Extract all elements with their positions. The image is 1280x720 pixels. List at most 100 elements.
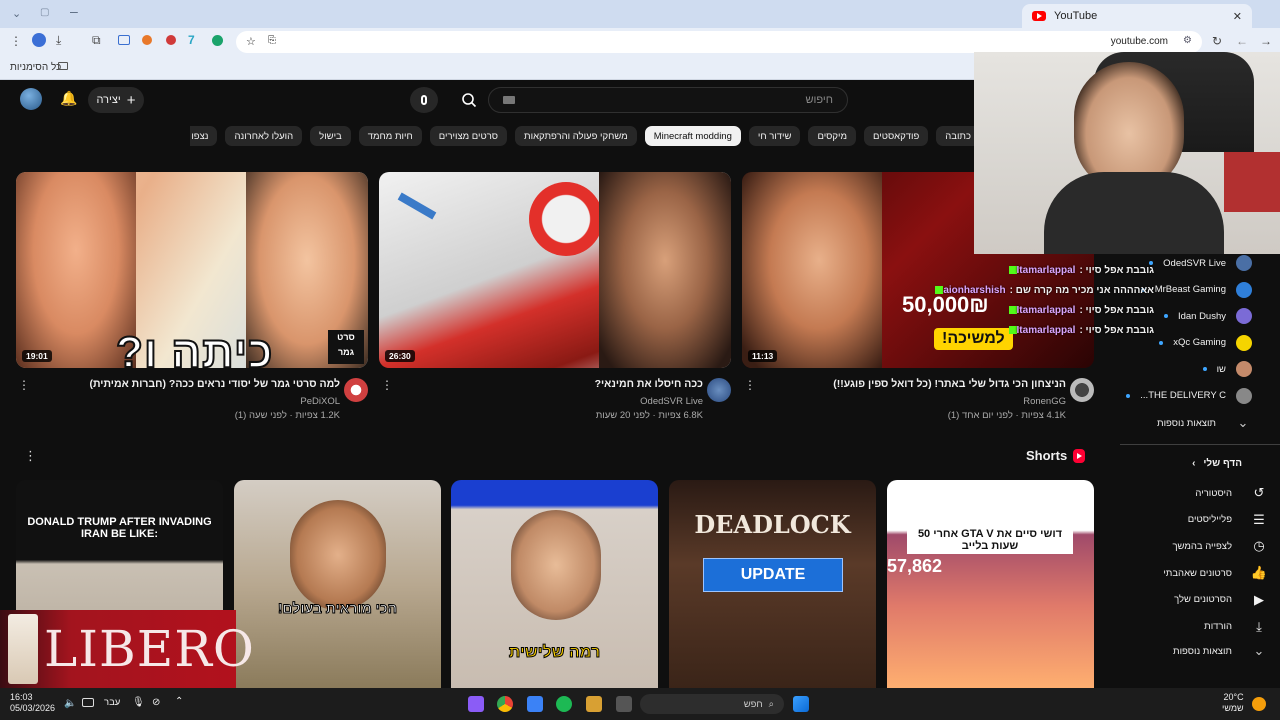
- short-card[interactable]: דושי סיים את GTA V אחרי 50 שעות בלייב 57…: [887, 480, 1094, 690]
- video-title[interactable]: ככה חיסלו את חמינאי?: [403, 378, 703, 390]
- sidebar-item[interactable]: 👍 סרטונים שאהבתי: [1128, 564, 1268, 582]
- window-restore-icon[interactable]: ▢: [40, 7, 49, 18]
- tab-youtube[interactable]: ✕ YouTube: [1022, 4, 1252, 28]
- sidebar-item[interactable]: ↺ היסטוריה: [1128, 484, 1268, 502]
- window-minimize-icon[interactable]: –: [70, 3, 78, 19]
- app-grid-icon[interactable]: [527, 696, 543, 712]
- tab-search-icon[interactable]: ⌄: [12, 7, 21, 20]
- windows-start-icon[interactable]: [793, 696, 809, 712]
- category-chip[interactable]: שידור חי: [748, 126, 801, 146]
- subscription-item[interactable]: THE DELIVERY C...: [1126, 387, 1252, 405]
- video-title[interactable]: למה סרטי גמר של יסודי נראים ככה? (חברות …: [40, 378, 340, 390]
- spotify-icon[interactable]: [556, 696, 572, 712]
- short-card[interactable]: DEADLOCK UPDATE: [669, 480, 876, 690]
- you-section-header[interactable]: הדף שלי ›: [1192, 458, 1242, 469]
- tray-overflow-icon[interactable]: ⌃: [175, 696, 183, 707]
- account-avatar[interactable]: [20, 88, 42, 110]
- video-menu-icon[interactable]: ⋮: [381, 378, 393, 392]
- category-chip[interactable]: Minecraft modding: [644, 126, 741, 146]
- subscriptions-show-more[interactable]: ⌄ תוצאות נוספות: [1112, 414, 1252, 432]
- category-chip[interactable]: נצפו: [190, 126, 218, 146]
- channel-avatar[interactable]: [1070, 378, 1094, 402]
- perfume-bottle-graphic: [8, 614, 38, 684]
- voice-search-button[interactable]: [410, 87, 438, 113]
- search-input[interactable]: חיפוש: [488, 87, 848, 113]
- back-icon[interactable]: →: [1260, 34, 1272, 48]
- app-icon-yellow[interactable]: [586, 696, 602, 712]
- channel-name[interactable]: OdedSVR Live: [640, 396, 703, 407]
- sidebar-item-label: היסטוריה: [1195, 487, 1232, 499]
- category-chip[interactable]: פודקאסטים: [864, 126, 929, 146]
- site-settings-icon[interactable]: ⚙: [1183, 35, 1192, 46]
- downloads-icon[interactable]: ⤓: [56, 33, 61, 48]
- file-explorer-icon[interactable]: [616, 696, 632, 712]
- tab-close-icon[interactable]: ✕: [1233, 10, 1242, 23]
- extensions-icon[interactable]: ⧉: [92, 33, 101, 48]
- cast-icon[interactable]: ⎘: [268, 35, 276, 46]
- subscription-item[interactable]: OdedSVR Live: [1149, 254, 1252, 272]
- reload-icon[interactable]: ↻: [1212, 34, 1222, 48]
- volume-icon[interactable]: 🔈: [64, 698, 76, 709]
- extension-screen-icon[interactable]: [118, 35, 130, 45]
- taskbar-search[interactable]: ⌕ חפש: [640, 694, 784, 714]
- search-button[interactable]: [452, 87, 486, 113]
- category-chip[interactable]: מיקסים: [808, 126, 857, 146]
- subscription-item[interactable]: שו: [1202, 360, 1252, 378]
- notifications-bell-icon[interactable]: 🔔: [60, 90, 77, 107]
- video-title[interactable]: הניצחון הכי גדול שלי באתר! (כל דואל ספין…: [766, 378, 1066, 390]
- create-button[interactable]: + יצירה: [88, 87, 144, 113]
- subscription-item[interactable]: xQc Gaming: [1159, 334, 1252, 352]
- youtube-masthead: 🔔 + יצירה חיפוש: [0, 80, 1120, 120]
- channel-avatar[interactable]: [344, 378, 368, 402]
- extension-red-icon[interactable]: [166, 35, 176, 45]
- bookmark-star-icon[interactable]: ☆: [246, 35, 256, 48]
- video-thumbnail[interactable]: כיתה ו? סרט גמר 19:01: [16, 172, 368, 368]
- channel-name[interactable]: PeDiXOL: [300, 396, 340, 407]
- category-chip[interactable]: הועלו לאחרונה: [225, 126, 303, 146]
- subscription-item[interactable]: MrBeast Gaming: [1140, 281, 1252, 299]
- video-duration: 19:01: [22, 350, 52, 362]
- menu-dots-icon[interactable]: ⋮: [10, 34, 22, 48]
- network-icon[interactable]: [82, 698, 94, 707]
- subscription-avatar: [1236, 255, 1252, 271]
- extension-green-icon[interactable]: [212, 35, 223, 46]
- subscription-item[interactable]: Idan Dushy: [1163, 307, 1252, 325]
- category-chip[interactable]: בישול: [310, 126, 351, 146]
- clock[interactable]: 16:03 05/03/2026: [10, 692, 55, 714]
- video-thumbnail[interactable]: 26:30: [379, 172, 731, 368]
- you-show-more[interactable]: ⌄ תוצאות נוספות: [1128, 642, 1268, 660]
- plus-icon: +: [126, 91, 136, 109]
- sidebar-item[interactable]: ▶ הסרטונים שלך: [1128, 591, 1268, 609]
- language-indicator[interactable]: עבר: [104, 697, 120, 708]
- weather-widget[interactable]: 20°C שמשי: [1222, 692, 1244, 714]
- tray-mute-icon[interactable]: ⊘: [152, 697, 160, 708]
- address-bar[interactable]: ☆ ⎘ youtube.com ⚙: [236, 31, 1202, 53]
- subscription-name: שו: [1216, 363, 1226, 375]
- short-card[interactable]: רמה שלישית: [451, 480, 658, 690]
- app-icon-purple[interactable]: [468, 696, 484, 712]
- chevron-down-icon: ⌄: [1253, 643, 1265, 658]
- extension-orange-icon[interactable]: [142, 35, 152, 45]
- video-menu-icon[interactable]: ⋮: [744, 378, 756, 392]
- extension-translate-icon[interactable]: 7: [188, 33, 195, 47]
- keyboard-icon[interactable]: [503, 96, 515, 104]
- history-icon: ↺: [1253, 485, 1265, 500]
- sidebar-item[interactable]: ⤓ הורדות: [1128, 618, 1268, 636]
- video-menu-icon[interactable]: ⋮: [18, 378, 30, 392]
- channel-name[interactable]: RonenGG: [1023, 396, 1066, 407]
- chat-text: גובבת אפל סיוי :: [1079, 265, 1154, 276]
- shorts-menu-icon[interactable]: ⋮: [24, 448, 37, 464]
- all-bookmarks-label[interactable]: כל הסימניות: [10, 62, 61, 73]
- category-chip[interactable]: חיות מחמד: [358, 126, 422, 146]
- short-card[interactable]: הכי מוראית בעולם!: [234, 480, 441, 690]
- short-update-badge: UPDATE: [703, 558, 843, 592]
- channel-avatar[interactable]: [707, 378, 731, 402]
- forward-icon[interactable]: ←: [1236, 34, 1248, 48]
- chrome-icon[interactable]: [497, 696, 513, 712]
- sidebar-item[interactable]: ☰ פלייליסטים: [1128, 511, 1268, 529]
- sidebar-item[interactable]: ◷ לצפייה בהמשך: [1128, 537, 1268, 555]
- mic-tray-icon[interactable]: 🎙: [132, 697, 145, 708]
- profile-icon[interactable]: [32, 33, 46, 47]
- category-chip[interactable]: סרטים מצוירים: [429, 126, 508, 146]
- category-chip[interactable]: משחקי פעולה והרפתקאות: [515, 126, 637, 146]
